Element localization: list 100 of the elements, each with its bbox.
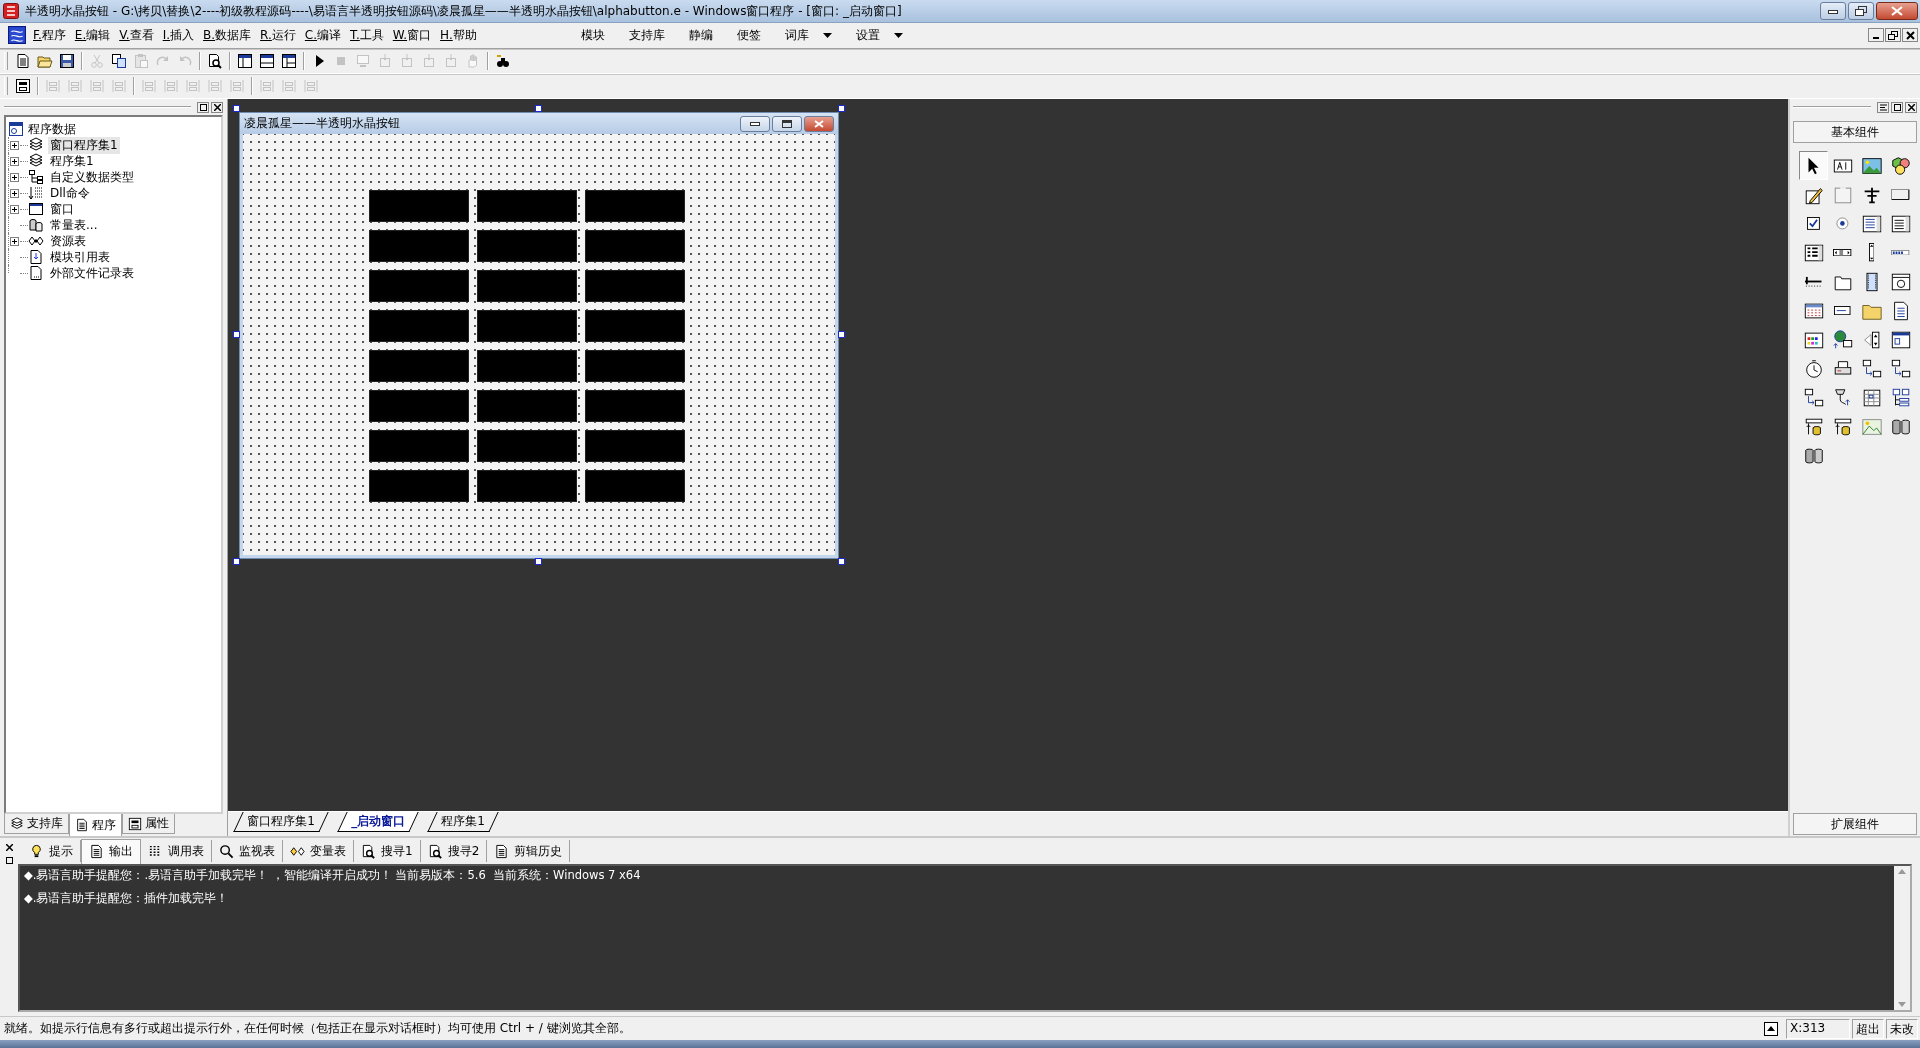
document-icon[interactable] (15, 52, 31, 69)
maximize-button[interactable] (197, 101, 209, 113)
panel-tab[interactable]: 输出 (81, 838, 141, 864)
layout-icon[interactable] (237, 52, 253, 69)
menu-button[interactable] (1877, 101, 1889, 113)
layout-icon[interactable] (259, 52, 275, 69)
menu-item[interactable]: 静编 (688, 26, 713, 44)
menu-item[interactable]: R.运行 (257, 26, 302, 44)
expand-icon[interactable] (10, 156, 19, 166)
close-button[interactable] (1902, 28, 1918, 42)
diagram-icon (28, 169, 44, 185)
panel-tab[interactable]: 调用表 (141, 840, 212, 862)
panel-tab[interactable]: 属性 (122, 814, 175, 834)
panel-tab[interactable]: 搜寻1 (354, 840, 421, 862)
menu-item[interactable]: W.窗口 (389, 26, 438, 44)
document-icon (75, 818, 89, 832)
tree-item[interactable]: 程序集1 (48, 152, 96, 170)
minimize-button[interactable] (1820, 2, 1846, 20)
maximize-button[interactable] (1891, 101, 1903, 113)
tool-item[interactable] (1799, 151, 1828, 180)
form-icon[interactable] (15, 77, 31, 94)
database-icon (28, 217, 44, 233)
document-icon (28, 265, 44, 281)
resize-handle[interactable] (838, 558, 845, 565)
minimize-button[interactable] (740, 115, 770, 132)
tree-item[interactable]: 窗口程序集1 (48, 136, 120, 154)
restore-button[interactable] (1885, 28, 1901, 42)
menu-item[interactable]: T.工具 (347, 26, 390, 44)
tree-item[interactable]: 常量表... (48, 216, 100, 234)
menu-item[interactable]: B.数据库 (200, 26, 258, 44)
menu-item[interactable]: 设置 (855, 26, 880, 44)
expand-button[interactable] (1764, 1021, 1778, 1036)
panel-tab[interactable]: 剪辑历史 (487, 840, 571, 862)
close-button[interactable] (1876, 2, 1918, 20)
menu-item[interactable]: 模块 (580, 26, 605, 44)
checkbox-icon (1807, 217, 1820, 230)
maximize-button[interactable] (772, 115, 802, 132)
radio-icon (1836, 217, 1849, 230)
expand-icon[interactable] (10, 188, 19, 198)
caret-icon[interactable] (822, 32, 832, 38)
tree-item[interactable]: Dll命令 (48, 184, 92, 202)
scrollbar-icon (1868, 243, 1875, 262)
close-icon (1905, 30, 1915, 40)
tree-item[interactable]: 窗口 (48, 200, 76, 218)
resize-handle[interactable] (535, 558, 542, 565)
copy-icon[interactable] (111, 52, 127, 69)
close-button[interactable] (211, 101, 223, 113)
panel-tab[interactable]: 搜寻2 (420, 840, 488, 862)
tree-item[interactable]: 程序数据 (28, 120, 76, 138)
menu-item[interactable]: 便签 (736, 26, 761, 44)
tree-item[interactable]: 资源表 (48, 232, 88, 250)
close-icon (213, 103, 221, 111)
editor-tab[interactable]: 窗口程序集1 (233, 812, 329, 832)
editor-tab[interactable]: _启动窗口 (337, 812, 419, 832)
close-button[interactable] (3, 842, 15, 853)
expand-icon (1767, 1026, 1775, 1031)
save-icon[interactable] (59, 52, 75, 69)
resize-handle[interactable] (233, 105, 240, 112)
scrollbar[interactable] (1894, 866, 1910, 1010)
category-button[interactable]: 扩展组件 (1793, 813, 1917, 835)
editor-tab[interactable]: 程序集1 (427, 812, 498, 832)
expand-icon[interactable] (10, 236, 19, 246)
maximize-button[interactable] (3, 855, 15, 866)
menu-item[interactable]: E.编辑 (71, 26, 117, 44)
expand-icon[interactable] (10, 172, 19, 182)
resize-handle[interactable] (535, 105, 542, 112)
resize-handle[interactable] (838, 331, 845, 338)
globe-icon (1831, 328, 1854, 351)
layout-icon[interactable] (281, 52, 297, 69)
panel-tab[interactable]: 监视表 (212, 840, 283, 862)
menu-item[interactable]: H.帮助 (437, 26, 483, 44)
menu-item[interactable]: I.插入 (159, 26, 201, 44)
category-button[interactable]: 基本组件 (1793, 121, 1917, 143)
panel-tab[interactable]: 程序 (69, 814, 122, 837)
expand-icon[interactable] (10, 140, 19, 150)
caret-icon[interactable] (893, 32, 903, 38)
maximize-icon (782, 119, 792, 128)
resize-handle[interactable] (233, 558, 240, 565)
close-button[interactable] (1905, 101, 1917, 113)
menu-item[interactable]: F.程序 (30, 26, 72, 44)
menu-item[interactable]: C.编译 (301, 26, 348, 44)
menu-item[interactable]: V.查看 (116, 26, 160, 44)
binoculars-icon[interactable] (495, 52, 511, 69)
find-icon[interactable] (207, 52, 223, 69)
resize-handle[interactable] (838, 105, 845, 112)
tree-item[interactable]: 模块引用表 (48, 248, 112, 266)
tree-item[interactable]: 外部文件记录表 (48, 264, 136, 282)
menu-item[interactable]: 支持库 (628, 26, 665, 44)
menu-item[interactable]: 词库 (784, 26, 809, 44)
minimize-button[interactable] (1868, 28, 1884, 42)
expand-icon[interactable] (10, 204, 19, 214)
restore-button[interactable] (1848, 2, 1874, 20)
output-line: ◆.易语言助手提醒您：.易语言助手加载完毕！ ，智能编译开启成功！ 当前易版本：5.6 当前系统：Windows 7 x64 (24, 868, 642, 884)
app-icon (3, 3, 19, 19)
search-icon (219, 843, 234, 859)
panel-tab[interactable]: 变量表 (283, 840, 354, 862)
resize-handle[interactable] (233, 331, 240, 338)
panel-tab[interactable]: 支持库 (4, 814, 69, 834)
tree-item[interactable]: 自定义数据类型 (48, 168, 136, 186)
document-icon (28, 249, 44, 265)
